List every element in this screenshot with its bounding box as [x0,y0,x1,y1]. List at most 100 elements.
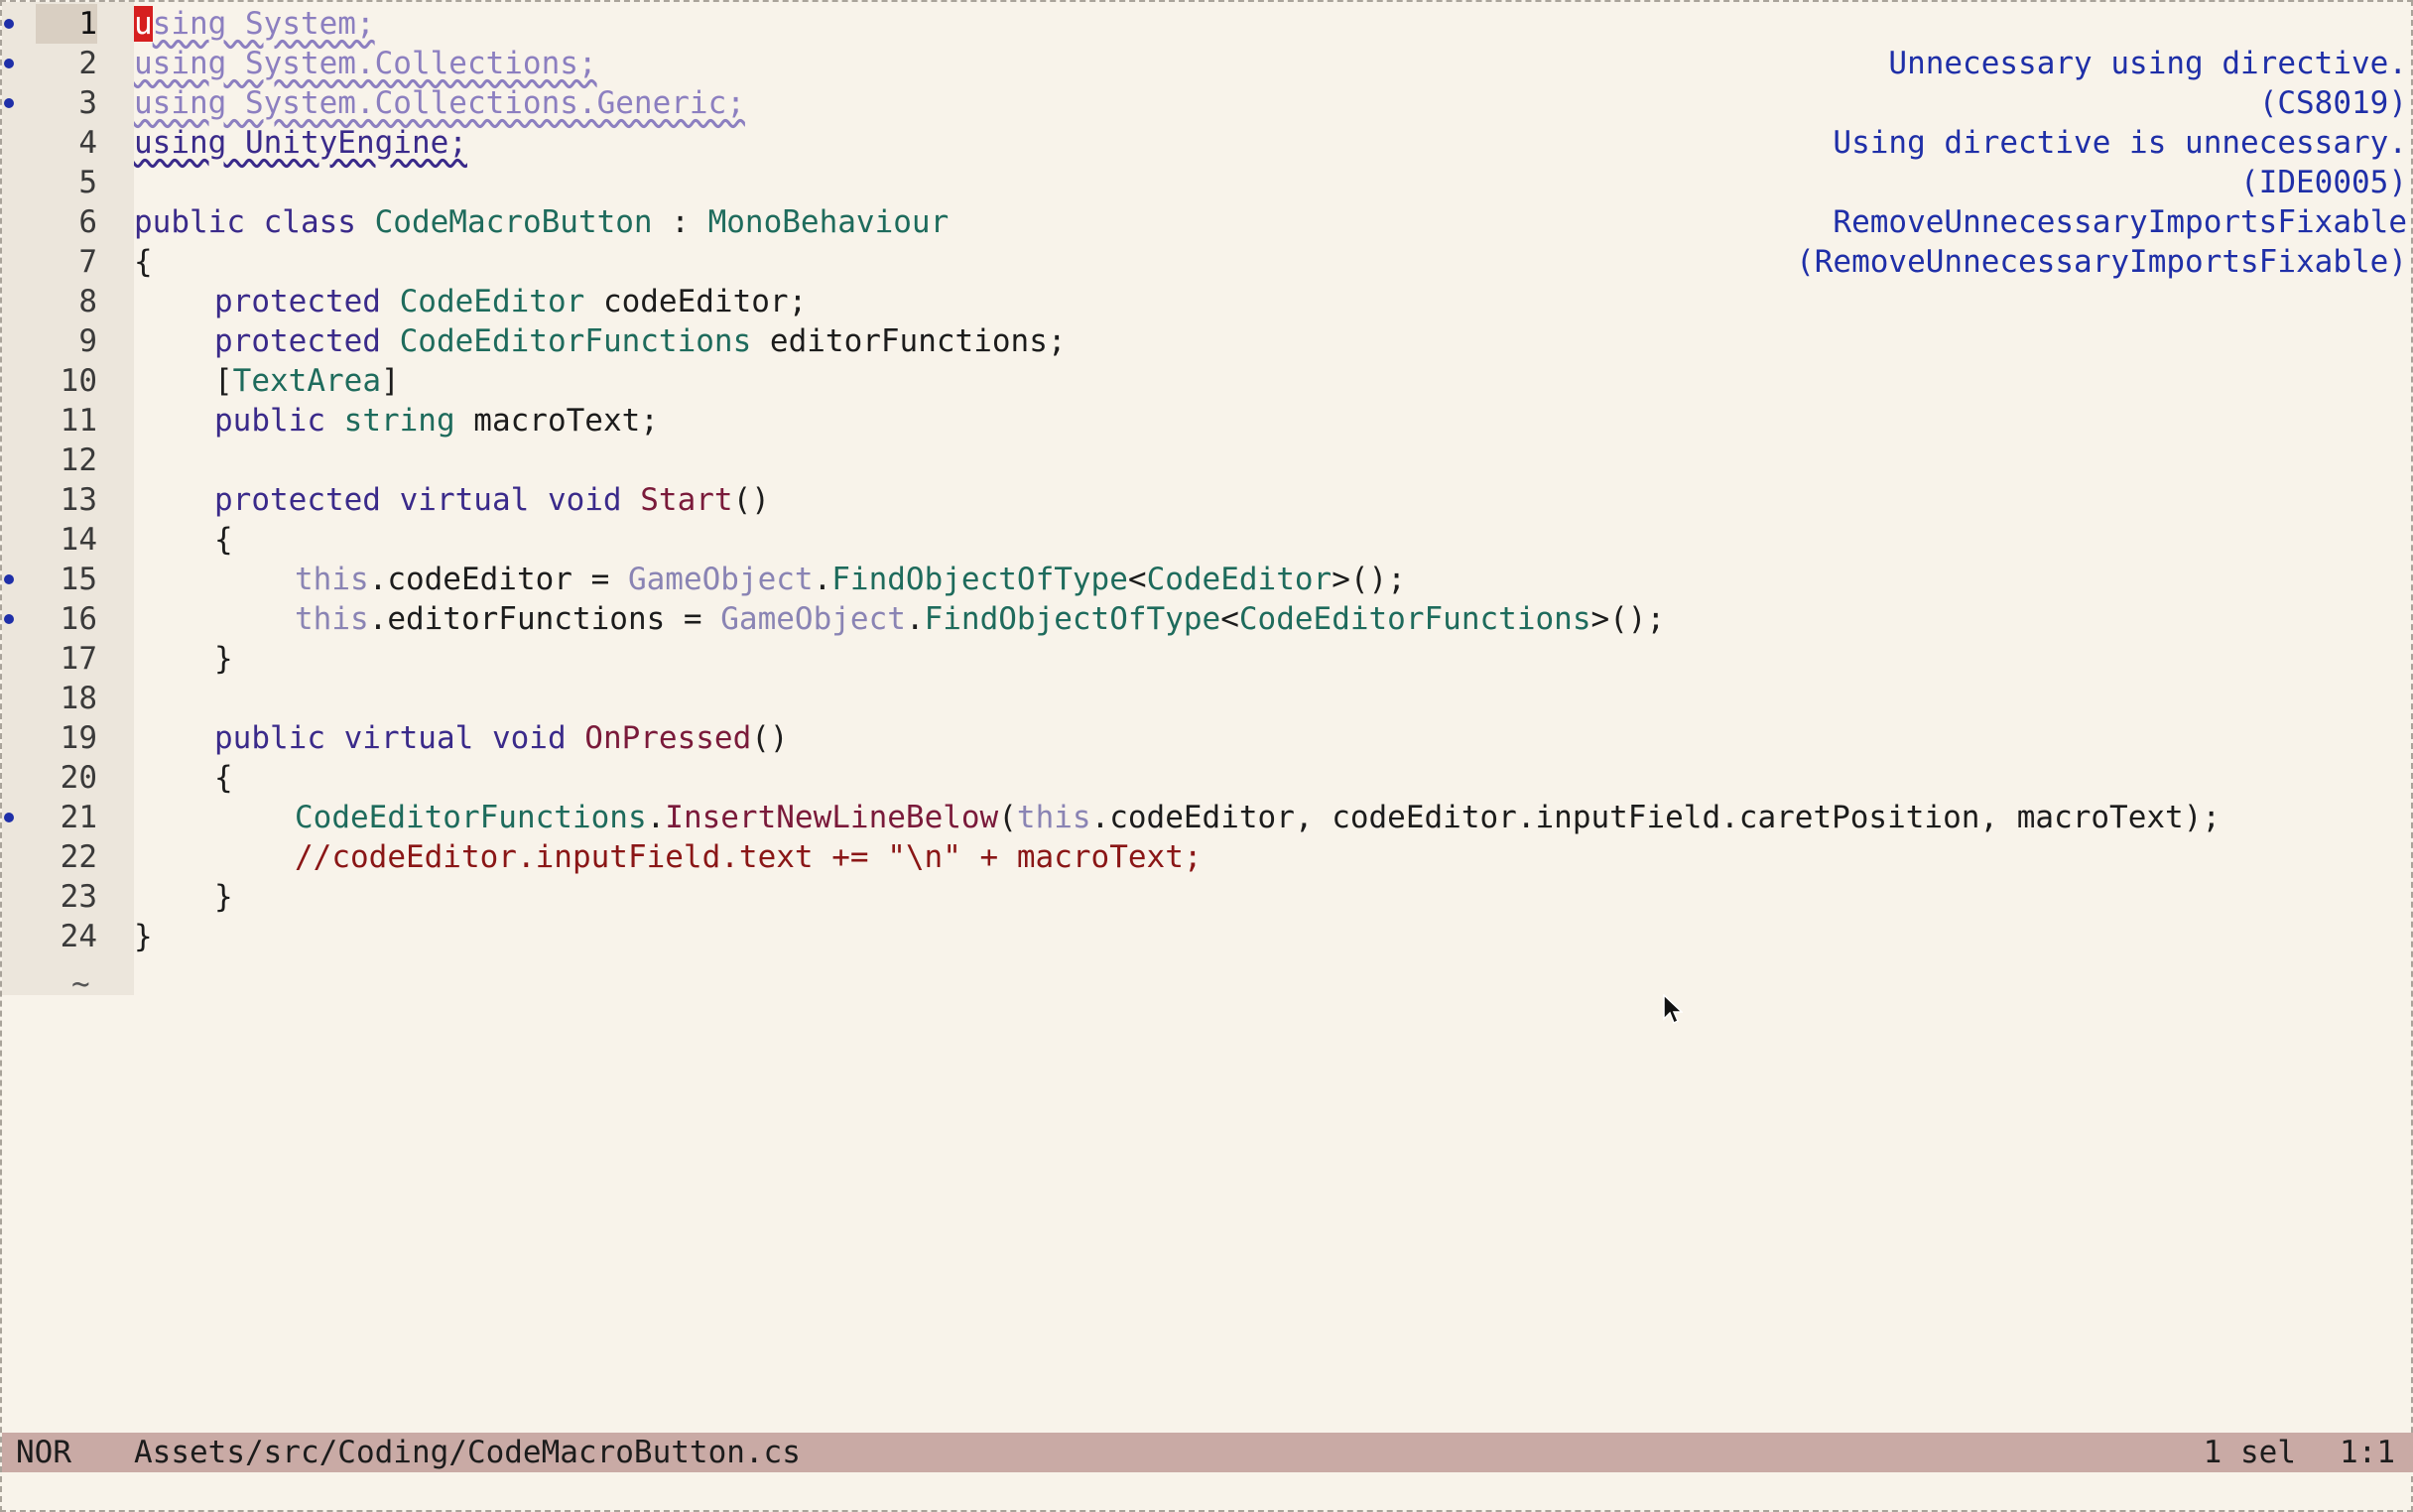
diagnostic-code: (IDE0005) [2240,165,2407,200]
diagnostic-message: Unnecessary using directive. [1888,46,2407,81]
editor-window[interactable]: 1 2 3 4 5 6 7 8 9 10 11 12 13 14 15 16 1… [0,0,2413,1512]
line-number: 16 [60,601,97,637]
line-number: 14 [60,522,97,558]
code-token: GameObject [720,601,906,637]
line-number: 13 [60,482,97,518]
code-line-22[interactable]: //codeEditor.inputField.text += "\n" + m… [295,837,1203,877]
code-line-8[interactable]: protected CodeEditor codeEditor; [214,282,807,321]
diagnostic-message: Using directive is unnecessary. [1833,125,2407,161]
code-line-13[interactable]: protected virtual void Start() [214,480,770,520]
line-number: 20 [60,760,97,796]
status-bar: NOR Assets/src/Coding/CodeMacroButton.cs… [2,1433,2413,1472]
code-token: } [134,919,153,954]
code-token: this [295,562,369,597]
line-number-gutter: 1 2 3 4 5 6 7 8 9 10 11 12 13 14 15 16 1… [2,2,134,1002]
line-number: 6 [78,204,97,240]
line-number: 3 [78,85,97,121]
selection-count: 1 sel [2203,1435,2296,1470]
code-line-2[interactable]: using System.Collections; [134,44,597,83]
code-line-6[interactable]: public class CodeMacroButton : MonoBehav… [134,202,949,242]
code-line-21[interactable]: CodeEditorFunctions.InsertNewLineBelow(t… [295,798,2221,837]
file-path: Assets/src/Coding/CodeMacroButton.cs [134,1435,801,1470]
code-line-17[interactable]: } [214,639,233,679]
line-number: 11 [60,403,97,439]
code-line-16[interactable]: this.editorFunctions = GameObject.FindOb… [295,599,1665,639]
code-token: public virtual void [214,720,585,756]
editor-mode: NOR [16,1435,71,1470]
code-token: CodeMacroButton [374,204,653,240]
code-token: protected virtual void [214,482,641,518]
line-number: 12 [60,442,97,478]
code-token: macroText; [454,403,659,439]
line-number: 19 [60,720,97,756]
code-token: CodeEditorFunctions [295,800,647,835]
line-number: 18 [60,681,97,716]
code-token: . [646,800,666,835]
diagnostic-marker-icon [4,59,14,68]
code-token: TextArea [232,363,381,399]
code-token: FindObjectOfType [831,562,1128,597]
code-line-11[interactable]: public string macroText; [214,401,659,441]
code-token: .codeEditor = [368,562,628,597]
code-token: CodeEditorFunctions [399,323,752,359]
diagnostic-marker-icon [4,19,14,29]
code-token: < [1127,562,1147,597]
code-line-1[interactable]: using System; [134,4,375,44]
code-line-14[interactable]: { [214,520,233,560]
diagnostic-code: (CS8019) [2258,85,2407,121]
code-token: >(); [1590,601,1666,637]
cursor-position: 1:1 [2340,1435,2395,1470]
code-line-3[interactable]: using System.Collections.Generic; [134,83,745,123]
code-token: MonoBehaviour [707,204,950,240]
code-line-9[interactable]: protected CodeEditorFunctions editorFunc… [214,321,1067,361]
code-token: InsertNewLineBelow [665,800,999,835]
code-token: OnPressed [584,720,752,756]
code-line-7[interactable]: { [134,242,153,282]
code-token: string [343,403,455,439]
code-line-19[interactable]: public virtual void OnPressed() [214,718,789,758]
code-token: { [214,522,233,558]
code-area[interactable]: using System; using System.Collections; … [134,4,2221,996]
code-line-23[interactable]: } [214,877,233,917]
code-token: sing System; [152,6,375,42]
line-number: 17 [60,641,97,677]
code-token: GameObject [627,562,814,597]
code-token: ( [998,800,1017,835]
code-token: [ [214,363,233,399]
code-token: .codeEditor, codeEditor.inputField.caret… [1090,800,2222,835]
diagnostic-marker-icon [4,574,14,584]
code-token: FindObjectOfType [924,601,1221,637]
line-number: 22 [60,839,97,875]
code-token: . [905,601,925,637]
diagnostic-code: (RemoveUnnecessaryImportsFixable) [1796,244,2407,280]
code-line-10[interactable]: [TextArea] [214,361,400,401]
end-of-buffer-marker: ~ [71,966,90,1002]
code-token: ] [380,363,400,399]
code-line-20[interactable]: { [214,758,233,798]
code-token: .editorFunctions = [368,601,721,637]
code-line-4[interactable]: using UnityEngine; [134,123,467,163]
code-token: using UnityEngine; [134,125,467,161]
code-comment: //codeEditor.inputField.text += "\n" + m… [295,839,1203,875]
line-number: 9 [78,323,97,359]
diagnostic-panel: Unnecessary using directive. (CS8019) Us… [1693,4,2407,282]
code-token: >(); [1332,562,1406,597]
code-token: Start [640,482,733,518]
code-token: using System.Collections.Generic; [134,85,745,121]
code-token: () [751,720,789,756]
code-token: } [214,879,233,915]
mouse-pointer-icon [1663,994,1683,1025]
code-token: public [214,403,344,439]
code-token: public class [134,204,375,240]
code-token: codeEditor; [584,284,808,319]
line-number: 23 [60,879,97,915]
line-number: 15 [60,562,97,597]
code-line-24[interactable]: } [134,917,153,956]
code-token: { [214,760,233,796]
line-number: 4 [78,125,97,161]
diagnostic-marker-icon [4,98,14,108]
line-number: 5 [78,165,97,200]
code-token: protected [214,323,400,359]
code-line-15[interactable]: this.codeEditor = GameObject.FindObjectO… [295,560,1406,599]
line-number-current: 1 [36,4,97,44]
